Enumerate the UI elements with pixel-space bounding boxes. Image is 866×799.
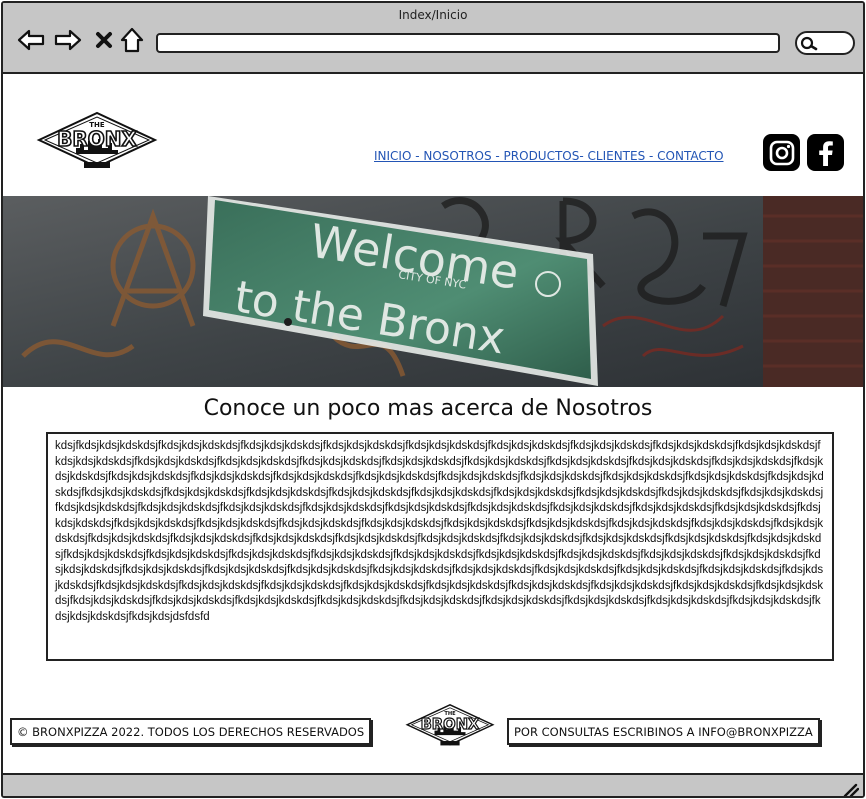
facebook-button[interactable] xyxy=(807,134,844,171)
hero-banner-image: Welcome CITY OF NYC to the Bronx xyxy=(3,196,863,387)
footer-logo[interactable]: THE BRONX xyxy=(405,702,495,753)
address-bar[interactable] xyxy=(156,33,780,53)
copyright-text: © BRONXPIZZA 2022. TODOS LOS DERECHOS RE… xyxy=(17,724,365,739)
back-button[interactable] xyxy=(16,26,46,54)
svg-text:BRONX: BRONX xyxy=(421,716,480,733)
svg-text:BRONX: BRONX xyxy=(57,127,137,151)
browser-window: Index/Inicio THE BRONX INICIO - NOSOTROS… xyxy=(1,1,865,798)
browser-toolbar: Index/Inicio xyxy=(3,3,863,74)
home-button[interactable] xyxy=(117,26,147,54)
brand-logo[interactable]: THE BRONX xyxy=(36,110,158,176)
main-nav-link[interactable]: INICIO - NOSOTROS - PRODUCTOS- CLIENTES … xyxy=(374,149,724,163)
forward-button[interactable] xyxy=(53,26,83,54)
bronx-logo-small-icon: THE BRONX xyxy=(405,704,495,746)
contact-box: POR CONSULTAS ESCRIBINOS A INFO@BRONXPIZ… xyxy=(507,718,820,745)
about-body-text: kdsjfkdsjkdsjkdskdsjfkdsjkdsjkdskdsjfkds… xyxy=(55,440,824,623)
window-title: Index/Inicio xyxy=(398,8,468,22)
stop-button[interactable] xyxy=(89,26,119,54)
instagram-button[interactable] xyxy=(763,134,800,171)
welcome-sign-image: Welcome CITY OF NYC to the Bronx xyxy=(3,196,863,387)
browser-status-bar xyxy=(3,773,863,797)
arrow-left-icon xyxy=(17,29,45,51)
facebook-icon xyxy=(818,140,833,166)
close-icon xyxy=(96,32,112,48)
about-text-box: kdsjfkdsjkdsjkdskdsjfkdsjkdsjkdskdsjfkds… xyxy=(46,432,834,661)
contact-text: POR CONSULTAS ESCRIBINOS A INFO@BRONXPIZ… xyxy=(514,724,813,739)
arrow-right-icon xyxy=(54,29,82,51)
about-heading: Conoce un poco mas acerca de Nosotros xyxy=(203,396,653,421)
instagram-icon xyxy=(769,140,794,165)
search-box[interactable] xyxy=(795,31,855,55)
copyright-box: © BRONXPIZZA 2022. TODOS LOS DERECHOS RE… xyxy=(10,718,372,745)
bronx-logo-icon: THE BRONX xyxy=(36,111,158,169)
home-icon xyxy=(120,27,144,53)
resize-grip-icon[interactable] xyxy=(843,783,859,797)
search-icon xyxy=(800,36,818,51)
